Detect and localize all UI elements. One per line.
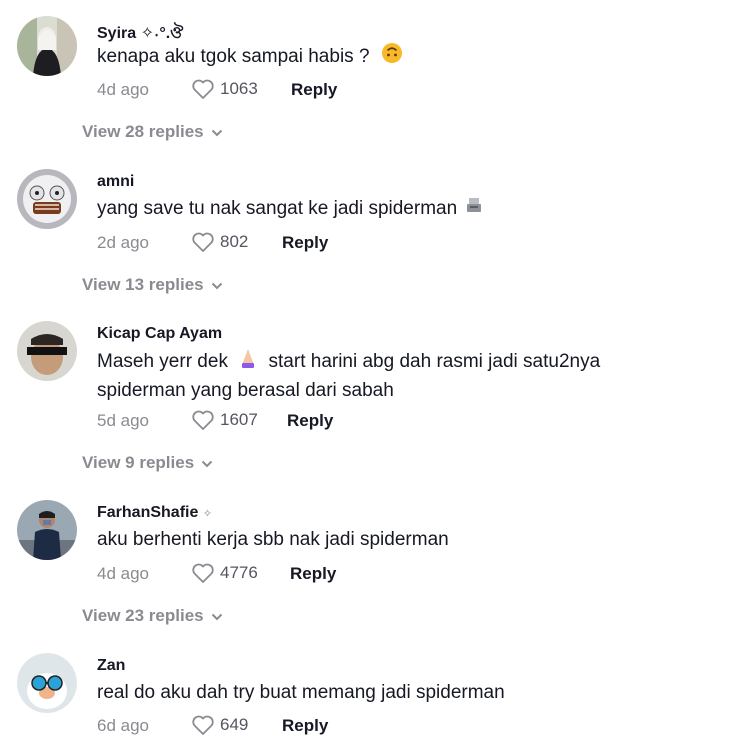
comment-date: 4d ago [97,80,149,99]
heart-outline-icon [191,714,215,736]
view-replies-label: View 9 replies [82,453,195,472]
comment-date: 6d ago [97,716,149,735]
like-count: 1607 [220,410,258,429]
chevron-down-icon [194,453,213,473]
like-count: 1063 [220,79,258,98]
like-button[interactable]: 1063 [191,78,258,100]
reply-button[interactable]: Reply [282,233,328,253]
comment-text-content: yang save tu nak sangat ke jadi spiderma… [97,198,458,220]
comment-meta: 6d ago 649 Reply [97,714,597,740]
view-replies-label: View 23 replies [82,606,204,625]
chevron-down-icon [204,122,223,142]
comment-date: 2d ago [97,233,149,252]
avatar[interactable] [17,169,77,229]
like-button[interactable]: 1607 [191,409,258,431]
view-replies-button[interactable]: View 23 replies [82,606,223,626]
reply-button[interactable]: Reply [290,564,336,584]
comment-text: aku berhenti kerja sbb nak jadi spiderma… [97,526,697,553]
comment-text: real do aku dah try buat memang jadi spi… [97,679,697,706]
comment-text-content: kenapa aku tgok sampai habis ? [97,46,370,68]
view-replies-button[interactable]: View 13 replies [82,275,223,295]
reply-button[interactable]: Reply [291,80,337,100]
like-count: 649 [220,715,249,734]
praying-hands-emoji [239,347,257,377]
comment-meta: 2d ago 802 Reply [97,231,597,257]
like-button[interactable]: 802 [191,231,248,253]
chevron-down-icon [204,275,223,295]
comment-meta: 5d ago 1607 Reply [97,409,597,435]
comment-text-content: spiderman yang berasal dari sabah [97,380,394,401]
avatar[interactable] [17,16,77,76]
comment-meta: 4d ago 4776 Reply [97,562,597,588]
cash-register-emoji [464,195,484,223]
chevron-down-icon [204,606,223,626]
view-replies-button[interactable]: View 28 replies [82,122,223,142]
comment-username[interactable]: amni [97,173,134,191]
comment-text: kenapa aku tgok sampai habis ? [97,42,697,72]
comment-text-content: Maseh yerr dek [97,351,228,373]
avatar[interactable] [17,321,77,381]
sparkle-icon: ✧ [202,508,213,520]
comment-meta: 4d ago 1063 Reply [97,78,597,104]
avatar[interactable] [17,653,77,713]
avatar[interactable] [17,500,77,560]
view-replies-button[interactable]: View 9 replies [82,453,213,473]
view-replies-label: View 13 replies [82,275,204,294]
comment-text: Maseh yerr dek start harini abg dah rasm… [97,347,697,404]
comment-text-content: aku berhenti kerja sbb nak jadi spiderma… [97,529,449,550]
comment-text-content: start harini abg dah rasmi jadi satu2nya [268,351,601,373]
comment-username-text: FarhanShafie [97,504,199,521]
comment-text: yang save tu nak sangat ke jadi spiderma… [97,195,697,223]
upside-down-face-emoji [381,42,403,72]
like-count: 4776 [220,563,258,582]
comment-username[interactable]: Zan [97,657,125,675]
view-replies-label: View 28 replies [82,122,204,141]
comment-date: 4d ago [97,564,149,583]
heart-outline-icon [191,562,215,584]
like-button[interactable]: 649 [191,714,248,736]
heart-outline-icon [191,409,215,431]
like-count: 802 [220,232,249,251]
heart-outline-icon [191,231,215,253]
comment-username[interactable]: Kicap Cap Ayam [97,325,222,343]
like-button[interactable]: 4776 [191,562,258,584]
reply-button[interactable]: Reply [287,411,333,431]
reply-button[interactable]: Reply [282,716,328,736]
comment-date: 5d ago [97,411,149,430]
comment-text-content: real do aku dah try buat memang jadi spi… [97,682,505,703]
heart-outline-icon [191,78,215,100]
comment-username[interactable]: FarhanShafie ✧ [97,504,212,522]
